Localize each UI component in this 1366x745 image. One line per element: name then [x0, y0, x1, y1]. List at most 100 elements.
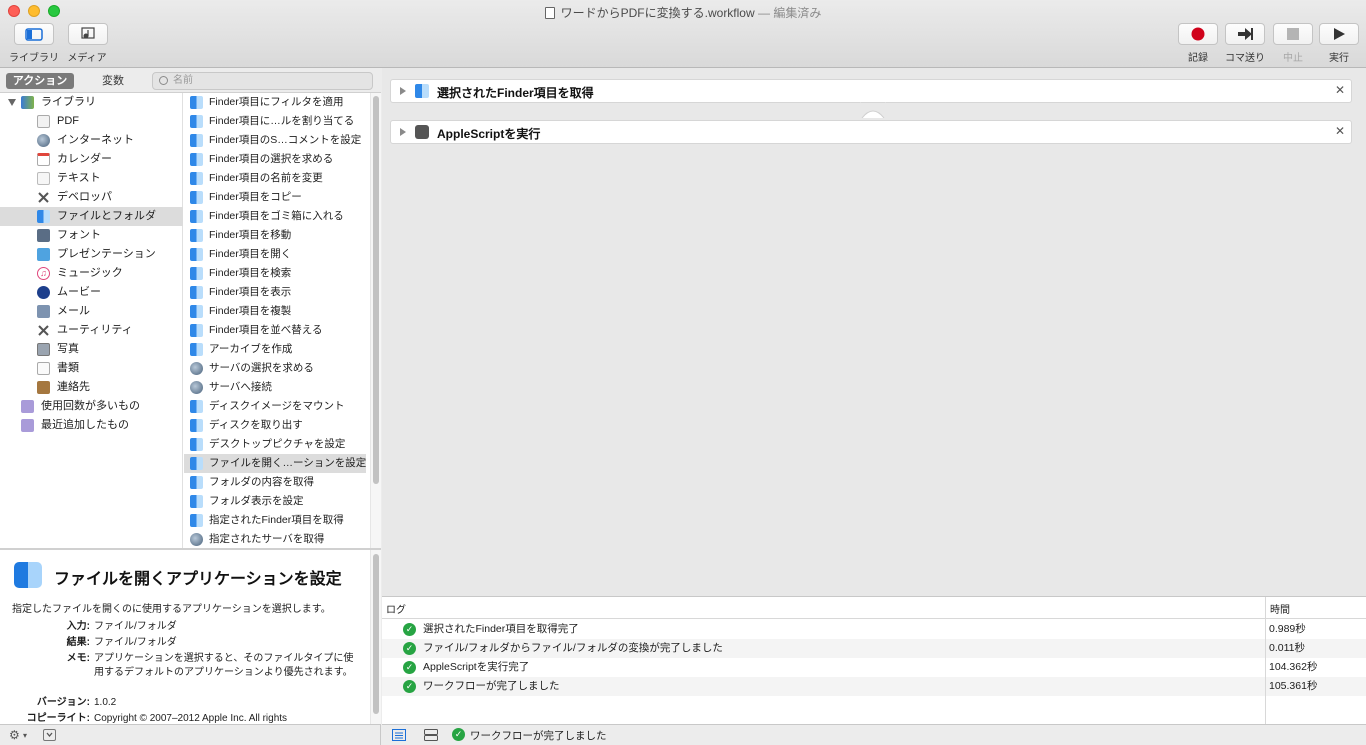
action-list-item[interactable]: 指定されたFinder項目を取得 — [184, 511, 366, 530]
sidebar-item-fonts[interactable]: フォント — [0, 226, 183, 245]
utility-icon — [37, 324, 50, 337]
action-list-item[interactable]: Finder項目をゴミ箱に入れる — [184, 207, 366, 226]
action-list-item[interactable]: Finder項目に…ルを割り当てる — [184, 112, 366, 131]
library-bottom-bar: ⚙ ▾ — [0, 724, 381, 745]
log-row[interactable]: ✓ AppleScriptを実行完了 104.362秒 — [382, 658, 1366, 677]
script-icon — [415, 125, 429, 139]
chevron-down-icon[interactable]: ▾ — [23, 731, 27, 740]
action-list-scrollbar[interactable] — [370, 93, 381, 548]
log-column-header[interactable]: ログ — [386, 601, 406, 616]
library-header: アクション 変数 名前 — [0, 68, 381, 93]
action-list-item[interactable]: Finder項目を表示 — [184, 283, 366, 302]
sidebar-item-pdf[interactable]: PDF — [0, 112, 183, 131]
search-input[interactable]: 名前 — [152, 72, 373, 90]
disclosure-triangle-icon[interactable] — [8, 99, 16, 106]
sidebar-item-contacts[interactable]: 連絡先 — [0, 378, 183, 397]
step-button[interactable] — [1225, 23, 1265, 45]
log-header: ログ 時間 — [382, 597, 1366, 619]
workflow-canvas[interactable]: 選択されたFinder項目を取得 ✕ AppleScriptを実行 ✕ — [382, 68, 1366, 596]
tools-icon — [37, 191, 50, 204]
action-list-item[interactable]: フォルダの内容を取得 — [184, 473, 366, 492]
library-icon — [21, 96, 34, 109]
checkmark-icon: ✓ — [403, 642, 416, 655]
scrollbar-thumb[interactable] — [373, 96, 379, 484]
close-icon[interactable]: ✕ — [1335, 83, 1345, 97]
description-scrollbar[interactable] — [370, 550, 381, 724]
disclosure-triangle-icon[interactable] — [400, 128, 406, 136]
sidebar-item-movies[interactable]: ムービー — [0, 283, 183, 302]
tab-variables[interactable]: 変数 — [78, 73, 148, 89]
smart-group-recently-added[interactable]: 最近追加したもの — [0, 416, 183, 435]
gear-icon[interactable]: ⚙ — [9, 728, 20, 742]
action-list-item[interactable]: Finder項目を移動 — [184, 226, 366, 245]
action-list-item[interactable]: Finder項目をコピー — [184, 188, 366, 207]
sidebar-item-mail[interactable]: メール — [0, 302, 183, 321]
action-label: Finder項目を移動 — [209, 229, 292, 241]
globe-icon — [190, 362, 203, 375]
window-toolbar: ワードからPDFに変換する.workflow — 編集済み ライブラリ メディア… — [0, 0, 1366, 68]
column-divider[interactable] — [1265, 597, 1266, 725]
run-button[interactable] — [1319, 23, 1359, 45]
action-list-item[interactable]: サーバの選択を求める — [184, 359, 366, 378]
action-list-item[interactable]: Finder項目を検索 — [184, 264, 366, 283]
sidebar-item-documents[interactable]: 書類 — [0, 359, 183, 378]
sidebar-item-utilities[interactable]: ユーティリティ — [0, 321, 183, 340]
document-icon — [544, 7, 555, 19]
flow-view-button[interactable] — [424, 729, 438, 744]
record-button[interactable] — [1178, 23, 1218, 45]
log-panel: ログ 時間 ✓ 選択されたFinder項目を取得完了 0.989秒 ✓ ファイル… — [382, 596, 1366, 725]
tab-actions[interactable]: アクション — [6, 73, 74, 89]
action-list-item[interactable]: Finder項目の選択を求める — [184, 150, 366, 169]
action-list-item[interactable]: Finder項目の名前を変更 — [184, 169, 366, 188]
media-label: メディア — [67, 53, 107, 64]
sidebar-item-presentation[interactable]: プレゼンテーション — [0, 245, 183, 264]
description-toggle-button[interactable] — [43, 729, 56, 741]
action-list-item[interactable]: 指定されたサーバを取得 — [184, 530, 366, 548]
action-list-item[interactable]: フォルダ表示を設定 — [184, 492, 366, 511]
mail-icon — [37, 305, 50, 318]
action-label: Finder項目のS…コメントを設定 — [209, 134, 362, 146]
scrollbar-thumb[interactable] — [373, 554, 379, 714]
action-label: Finder項目を表示 — [209, 286, 292, 298]
sidebar-item-photos[interactable]: 写真 — [0, 340, 183, 359]
log-row[interactable]: ✓ 選択されたFinder項目を取得完了 0.989秒 — [382, 620, 1366, 639]
action-list-item[interactable]: ディスクを取り出す — [184, 416, 366, 435]
action-label: ファイルを開く…ーションを設定 — [209, 457, 367, 469]
workflow-action-run-applescript[interactable]: AppleScriptを実行 ✕ — [390, 120, 1352, 144]
action-list-item[interactable]: ディスクイメージをマウント — [184, 397, 366, 416]
disclosure-triangle-icon[interactable] — [400, 87, 406, 95]
action-label: Finder項目の選択を求める — [209, 153, 334, 165]
log-row[interactable]: ✓ ファイル/フォルダからファイル/フォルダの変換が完了しました 0.011秒 — [382, 639, 1366, 658]
close-icon[interactable]: ✕ — [1335, 124, 1345, 138]
action-list-item[interactable]: Finder項目を並べ替える — [184, 321, 366, 340]
action-list-item[interactable]: Finder項目にフィルタを適用 — [184, 93, 366, 112]
finder-icon — [190, 96, 203, 109]
media-button[interactable] — [68, 23, 108, 45]
library-toggle-button[interactable] — [14, 23, 54, 45]
action-list-item[interactable]: Finder項目のS…コメントを設定 — [184, 131, 366, 150]
workflow-action-get-selected[interactable]: 選択されたFinder項目を取得 ✕ — [390, 79, 1352, 103]
sidebar-item-music[interactable]: ♫ ミュージック — [0, 264, 183, 283]
action-list-item[interactable]: Finder項目を開く — [184, 245, 366, 264]
list-view-button[interactable] — [392, 729, 406, 744]
stop-button[interactable] — [1273, 23, 1313, 45]
log-row[interactable]: ✓ ワークフローが完了しました 105.361秒 — [382, 677, 1366, 696]
action-list: Finder項目にフィルタを適用 Finder項目に…ルを割り当てる Finder項… — [184, 93, 370, 548]
library-root[interactable]: ライブラリ — [0, 93, 183, 112]
action-list-item[interactable]: アーカイブを作成 — [184, 340, 366, 359]
sidebar-item-developer[interactable]: デベロッパ — [0, 188, 183, 207]
font-icon — [37, 229, 50, 242]
action-list-item[interactable]: Finder項目を複製 — [184, 302, 366, 321]
sidebar-item-text[interactable]: テキスト — [0, 169, 183, 188]
smart-group-most-used[interactable]: 使用回数が多いもの — [0, 397, 183, 416]
action-list-item[interactable]: サーバへ接続 — [184, 378, 366, 397]
sidebar-item-calendar[interactable]: カレンダー — [0, 150, 183, 169]
time-column-header[interactable]: 時間 — [1270, 601, 1290, 616]
sidebar-item-internet[interactable]: インターネット — [0, 131, 183, 150]
sidebar-item-files-folders[interactable]: ファイルとフォルダ — [0, 207, 183, 226]
stop-icon — [1287, 28, 1299, 40]
action-list-item[interactable]: デスクトップピクチャを設定 — [184, 435, 366, 454]
library-label: ライブラリ — [9, 53, 59, 64]
movie-icon — [37, 286, 50, 299]
action-list-item[interactable]: ファイルを開く…ーションを設定 — [184, 454, 366, 473]
